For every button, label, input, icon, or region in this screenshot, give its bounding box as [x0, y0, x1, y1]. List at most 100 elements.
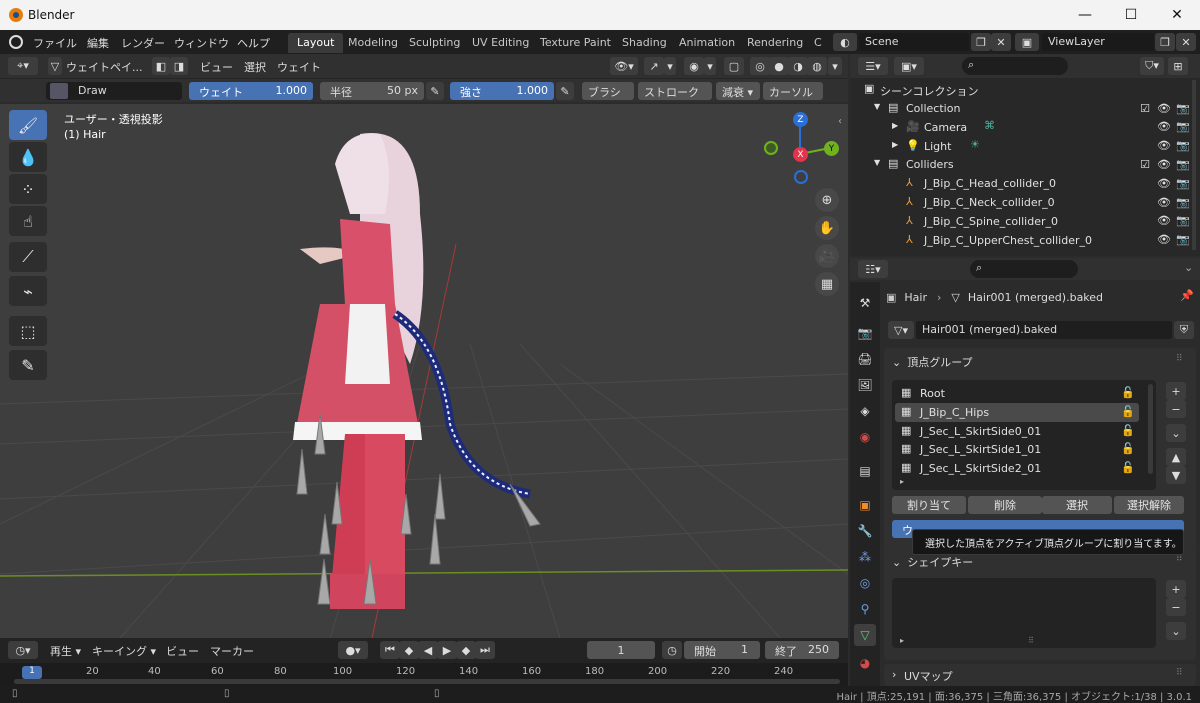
- zoom-icon[interactable]: ⊕: [815, 188, 839, 212]
- menu-file[interactable]: ファイル: [33, 35, 77, 51]
- list-expand-icon[interactable]: ▸: [900, 477, 904, 486]
- playhead[interactable]: 1: [22, 666, 42, 679]
- outliner-row-camera[interactable]: ▶ 🎥 Camera ⌘ 👁 📷: [850, 118, 1200, 137]
- tab-collection-icon[interactable]: ▤: [854, 460, 876, 482]
- menu-render[interactable]: レンダー: [121, 35, 165, 51]
- start-frame-field[interactable]: 開始 1: [684, 641, 760, 659]
- next-keyframe-icon[interactable]: ◆: [456, 641, 476, 659]
- overlay-dropdown-icon[interactable]: ▾: [704, 57, 716, 75]
- select-box-tool-icon[interactable]: ⬚: [9, 316, 47, 346]
- mesh-browse-icon[interactable]: ▽▾: [888, 321, 914, 339]
- outliner-row-j-bip-c-head-collider-0[interactable]: ⅄ J_Bip_C_Head_collider_0 👁 📷: [850, 174, 1200, 193]
- close-button[interactable]: ✕: [1154, 0, 1200, 30]
- play-icon[interactable]: ▶: [437, 641, 457, 659]
- assign-button[interactable]: 割り当て: [892, 496, 966, 514]
- vertex-group-row[interactable]: ▦ J_Sec_L_SkirtSide1_01 🔓: [895, 440, 1139, 459]
- tab-output-icon[interactable]: 🖨: [854, 348, 876, 370]
- gizmo-toggle-icon[interactable]: ↗: [644, 57, 664, 75]
- move-down-icon[interactable]: ▼: [1166, 466, 1186, 484]
- menu-edit[interactable]: 編集: [87, 35, 109, 51]
- tab-render-icon[interactable]: 📷: [854, 322, 876, 344]
- menu-select[interactable]: 選択: [244, 59, 266, 75]
- ortho-grid-icon[interactable]: ▦: [815, 272, 839, 296]
- frame-ruler[interactable]: 1 20 40 60 80 100 120 140 160 180 200 22…: [0, 663, 848, 686]
- exclude-checkbox[interactable]: ☑: [1138, 157, 1152, 171]
- maximize-button[interactable]: ☐: [1108, 0, 1154, 30]
- 3d-viewport[interactable]: 🖌 💧 ⁘ ☝ ⟋ ⌁ ⬚ ✎ ユーザー・透視投影 (1) Hair Z Y X…: [0, 104, 848, 638]
- visibility-eye-icon[interactable]: 👁: [1157, 157, 1171, 171]
- pan-hand-icon[interactable]: ✋: [815, 216, 839, 240]
- menu-help[interactable]: ヘルプ: [237, 35, 270, 51]
- mode-selector[interactable]: ウェイトペイ...: [66, 59, 143, 75]
- new-viewlayer-icon[interactable]: ❐: [1155, 33, 1175, 51]
- editor-type-icon[interactable]: ⌖▾: [8, 57, 38, 75]
- camera-view-icon[interactable]: 🎥: [815, 244, 839, 268]
- drag-handle-icon[interactable]: ⠿: [1176, 668, 1183, 678]
- jump-start-icon[interactable]: ⏮: [380, 641, 400, 659]
- delete-scene-icon[interactable]: ✕: [991, 33, 1011, 51]
- annotate-tool-icon[interactable]: ✎: [9, 350, 47, 380]
- gizmo-neg-z[interactable]: [794, 170, 808, 184]
- lock-icon[interactable]: 🔓: [1121, 442, 1135, 455]
- visibility-eye-icon[interactable]: 👁: [1157, 139, 1171, 153]
- lock-icon[interactable]: 🔓: [1121, 386, 1135, 399]
- render-camera-icon[interactable]: 📷: [1176, 195, 1190, 209]
- deselect-button[interactable]: 選択解除: [1114, 496, 1184, 514]
- shape-keys-header[interactable]: ⌄ シェイプキー: [892, 554, 973, 570]
- move-up-icon[interactable]: ▲: [1166, 448, 1186, 466]
- tab-particles-icon[interactable]: ⁂: [854, 546, 876, 568]
- group-specials-icon[interactable]: ⌄: [1166, 424, 1186, 442]
- outliner-row-light[interactable]: ▶ 💡 Light ☀ 👁 📷: [850, 137, 1200, 156]
- render-camera-icon[interactable]: 📷: [1176, 101, 1190, 115]
- lock-icon[interactable]: 🔓: [1121, 405, 1135, 418]
- vertex-groups-header[interactable]: ⌄ 頂点グループ: [892, 354, 973, 370]
- disclosure-triangle-icon[interactable]: ▶: [892, 140, 898, 149]
- render-camera-icon[interactable]: 📷: [1176, 214, 1190, 228]
- outliner-search-input[interactable]: ⌕: [962, 57, 1068, 75]
- lock-icon[interactable]: 🔓: [1121, 424, 1135, 437]
- tab-rendering[interactable]: Rendering: [738, 33, 812, 53]
- tab-uv-editing[interactable]: UV Editing: [463, 33, 538, 53]
- stroke-dropdown[interactable]: ストローク ▾: [638, 82, 712, 113]
- weight-slider[interactable]: ウェイト 1.000: [189, 82, 313, 100]
- minimize-button[interactable]: —: [1062, 0, 1108, 30]
- tab-compositing[interactable]: C: [805, 33, 831, 53]
- vertex-group-row[interactable]: ▦ Root 🔓: [895, 384, 1139, 403]
- visibility-eye-icon[interactable]: 👁: [1157, 195, 1171, 209]
- menu-window[interactable]: ウィンドウ: [174, 35, 229, 51]
- draw-tool-icon[interactable]: 🖌: [9, 110, 47, 140]
- outliner-row-j-bip-c-spine-collider-0[interactable]: ⅄ J_Bip_C_Spine_collider_0 👁 📷: [850, 212, 1200, 231]
- list-scrollbar[interactable]: [1148, 384, 1153, 474]
- tab-layout[interactable]: Layout: [288, 33, 344, 53]
- preview-range-icon[interactable]: ◷: [662, 641, 682, 659]
- remove-shape-key-icon[interactable]: −: [1166, 598, 1186, 616]
- sidebar-toggle-icon[interactable]: ‹: [838, 116, 848, 132]
- disclosure-triangle-icon[interactable]: ▶: [892, 121, 898, 130]
- disclosure-triangle-icon[interactable]: ▼: [874, 102, 880, 111]
- shape-key-specials-icon[interactable]: ⌄: [1166, 622, 1186, 640]
- list-expand-icon[interactable]: ▸: [900, 636, 904, 645]
- vertex-group-row[interactable]: ▦ J_Sec_L_SkirtSide0_01 🔓: [895, 422, 1139, 441]
- playback-menu[interactable]: 再生 ▾: [50, 643, 81, 659]
- keying-menu[interactable]: キーイング ▾: [92, 643, 156, 659]
- gizmo-z-axis[interactable]: Z: [793, 112, 808, 127]
- timeline-editor-type-icon[interactable]: ◷▾: [8, 641, 38, 659]
- radius-slider[interactable]: 半径 50 px: [320, 82, 424, 100]
- gizmo-dropdown-icon[interactable]: ▾: [664, 57, 676, 75]
- tab-view-layer-icon[interactable]: 🖼: [854, 374, 876, 396]
- visibility-eye-icon[interactable]: 👁: [1157, 176, 1171, 190]
- current-frame-field[interactable]: 1: [587, 641, 655, 659]
- average-tool-icon[interactable]: ⁘: [9, 174, 47, 204]
- scene-field[interactable]: Scene: [859, 33, 969, 51]
- new-scene-icon[interactable]: ❐: [971, 33, 991, 51]
- vertex-group-row[interactable]: ▦ J_Bip_C_Hips 🔓: [895, 402, 1139, 422]
- marker-menu[interactable]: マーカー: [210, 643, 254, 659]
- tab-constraints-icon[interactable]: ⚲: [854, 598, 876, 620]
- radius-pressure-icon[interactable]: ✎: [426, 82, 444, 100]
- brush-selector[interactable]: Draw: [46, 82, 182, 100]
- viewlayer-field[interactable]: ViewLayer: [1042, 33, 1154, 51]
- render-camera-icon[interactable]: 📷: [1176, 139, 1190, 153]
- drag-handle-icon[interactable]: ⠿: [1176, 554, 1183, 564]
- visibility-eye-icon[interactable]: 👁: [1157, 214, 1171, 228]
- outliner-scrollbar[interactable]: [1192, 80, 1196, 250]
